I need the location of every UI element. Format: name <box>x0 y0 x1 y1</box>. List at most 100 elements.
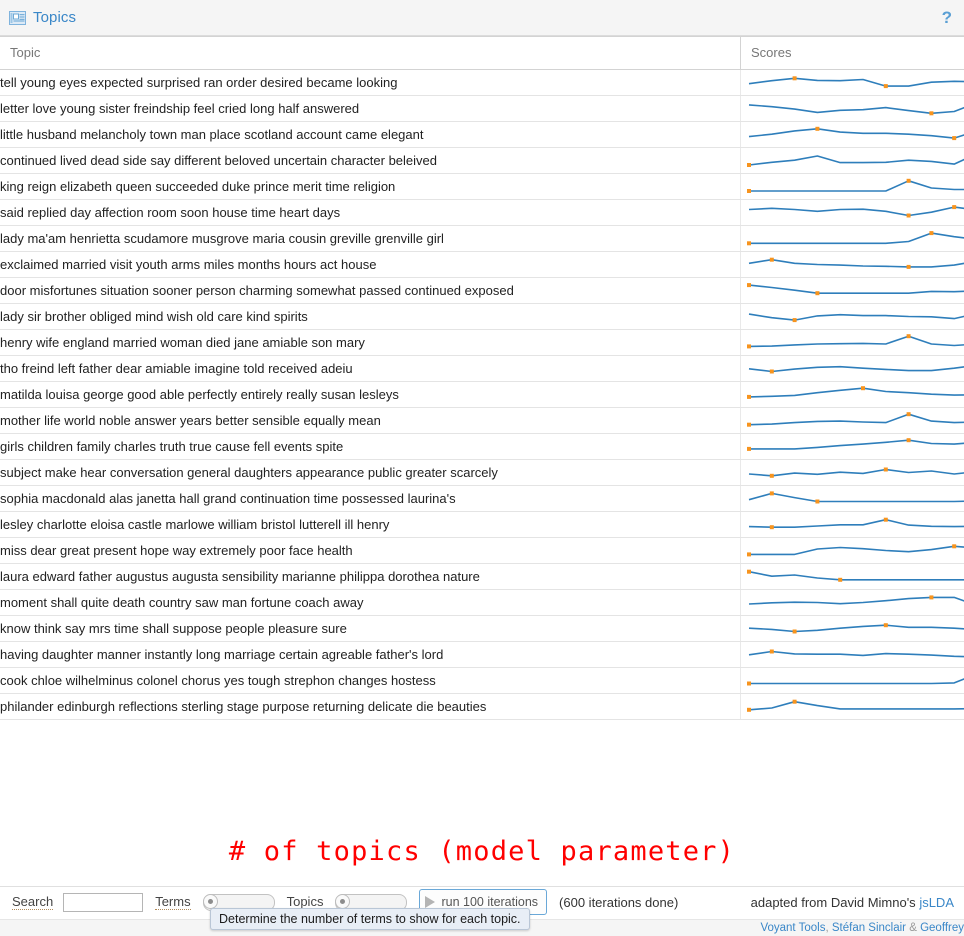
sparkline-chart <box>747 699 964 712</box>
topic-terms-cell[interactable]: philander edinburgh reflections sterling… <box>0 693 741 720</box>
voyant-tools-link[interactable]: Voyant Tools <box>760 922 825 934</box>
terms-slider-handle[interactable] <box>202 893 218 909</box>
topic-sparkline-cell[interactable] <box>740 355 964 382</box>
topic-sparkline-cell[interactable] <box>740 199 964 226</box>
topic-terms-cell[interactable]: henry wife england married woman died ja… <box>0 329 741 356</box>
table-row[interactable]: little husband melancholy town man place… <box>0 121 964 148</box>
jslda-link[interactable]: jsLDA <box>919 895 954 910</box>
search-input[interactable] <box>63 892 144 912</box>
topic-terms-cell[interactable]: said replied day affection room soon hou… <box>0 199 741 226</box>
topic-terms-cell[interactable]: know think say mrs time shall suppose pe… <box>0 615 741 642</box>
table-row[interactable]: having daughter manner instantly long ma… <box>0 641 964 668</box>
topic-terms-cell[interactable]: door misfortunes situation sooner person… <box>0 277 741 304</box>
topic-sparkline-cell[interactable] <box>740 459 964 486</box>
table-row[interactable]: lady sir brother obliged mind wish old c… <box>0 303 964 330</box>
topic-sparkline-cell[interactable] <box>740 147 964 174</box>
table-row[interactable]: girls children family charles truth true… <box>0 433 964 460</box>
sparkline-path <box>748 492 964 503</box>
footer-separator: , <box>825 922 829 934</box>
terms-label[interactable]: Terms <box>155 894 191 910</box>
topics-slider-handle[interactable] <box>335 893 351 909</box>
table-row[interactable]: tho freind left father dear amiable imag… <box>0 355 964 382</box>
table-row[interactable]: lady ma'am henrietta scudamore musgrove … <box>0 225 964 252</box>
topic-terms-cell[interactable]: continued lived dead side say different … <box>0 147 741 174</box>
table-row[interactable]: moment shall quite death country saw man… <box>0 589 964 616</box>
table-row[interactable]: said replied day affection room soon hou… <box>0 199 964 226</box>
table-row[interactable]: know think say mrs time shall suppose pe… <box>0 615 964 642</box>
table-row[interactable]: tell young eyes expected surprised ran o… <box>0 69 964 96</box>
topic-terms-cell[interactable]: little husband melancholy town man place… <box>0 121 741 148</box>
table-row[interactable]: philander edinburgh reflections sterling… <box>0 693 964 720</box>
topic-terms-cell[interactable]: mother life world noble answer years bet… <box>0 407 741 434</box>
topic-terms-cell[interactable]: cook chloe wilhelminus colonel chorus ye… <box>0 667 741 694</box>
help-icon[interactable]: ? <box>938 9 956 26</box>
topic-sparkline-cell[interactable] <box>740 225 964 252</box>
table-row[interactable]: exclaimed married visit youth arms miles… <box>0 251 964 278</box>
topic-sparkline-cell[interactable] <box>740 277 964 304</box>
table-row[interactable]: henry wife england married woman died ja… <box>0 329 964 356</box>
topic-terms-cell[interactable]: lesley charlotte eloisa castle marlowe w… <box>0 511 741 538</box>
topic-sparkline-cell[interactable] <box>740 121 964 148</box>
table-row[interactable]: continued lived dead side say different … <box>0 147 964 174</box>
table-row[interactable]: door misfortunes situation sooner person… <box>0 277 964 304</box>
topic-terms-cell[interactable]: laura edward father augustus augusta sen… <box>0 563 741 590</box>
topic-terms-cell[interactable]: matilda louisa george good able perfectl… <box>0 381 741 408</box>
topic-sparkline-cell[interactable] <box>740 407 964 434</box>
topic-terms-cell[interactable]: subject make hear conversation general d… <box>0 459 741 486</box>
topic-terms-cell[interactable]: miss dear great present hope way extreme… <box>0 537 741 564</box>
table-row[interactable]: sophia macdonald alas janetta hall grand… <box>0 485 964 512</box>
column-header-scores[interactable]: Scores <box>740 36 964 70</box>
topic-sparkline-cell[interactable] <box>740 329 964 356</box>
topic-terms-cell[interactable]: lady sir brother obliged mind wish old c… <box>0 303 741 330</box>
sparkline-chart <box>747 438 964 451</box>
topic-terms-cell[interactable]: having daughter manner instantly long ma… <box>0 641 741 668</box>
sparkline-path <box>748 206 964 217</box>
column-header-topic[interactable]: Topic <box>0 36 741 70</box>
table-row[interactable]: cook chloe wilhelminus colonel chorus ye… <box>0 667 964 694</box>
topic-terms-cell[interactable]: tho freind left father dear amiable imag… <box>0 355 741 382</box>
topic-terms-cell[interactable]: moment shall quite death country saw man… <box>0 589 741 616</box>
table-row[interactable]: lesley charlotte eloisa castle marlowe w… <box>0 511 964 538</box>
table-row[interactable]: subject make hear conversation general d… <box>0 459 964 486</box>
topic-sparkline-cell[interactable] <box>740 95 964 122</box>
topic-sparkline-cell[interactable] <box>740 485 964 512</box>
sparkline-chart <box>747 334 964 349</box>
sparkline-marker <box>838 577 843 582</box>
topic-terms-cell[interactable]: letter love young sister freindship feel… <box>0 95 741 122</box>
topic-sparkline-cell[interactable] <box>740 303 964 330</box>
topic-sparkline-cell[interactable] <box>740 173 964 200</box>
sparkline-marker <box>815 126 820 131</box>
topic-sparkline-cell[interactable] <box>740 667 964 694</box>
topic-terms-cell[interactable]: lady ma'am henrietta scudamore musgrove … <box>0 225 741 252</box>
topic-sparkline-cell[interactable] <box>740 69 964 96</box>
topic-sparkline-cell[interactable] <box>740 537 964 564</box>
topic-sparkline-cell[interactable] <box>740 589 964 616</box>
topic-sparkline-cell[interactable] <box>740 381 964 408</box>
table-row[interactable]: miss dear great present hope way extreme… <box>0 537 964 564</box>
topic-sparkline-cell[interactable] <box>740 251 964 278</box>
sparkline-path <box>748 284 964 294</box>
sparkline-marker <box>792 76 797 81</box>
stefan-sinclair-link[interactable]: Stéfan Sinclair <box>832 922 906 934</box>
search-label[interactable]: Search <box>12 894 54 910</box>
topic-sparkline-cell[interactable] <box>740 563 964 590</box>
topic-sparkline-cell[interactable] <box>740 641 964 668</box>
table-row[interactable]: letter love young sister freindship feel… <box>0 95 964 122</box>
topic-sparkline-cell[interactable] <box>740 693 964 720</box>
topic-sparkline-cell[interactable] <box>740 433 964 460</box>
topic-sparkline-cell[interactable] <box>740 511 964 538</box>
topic-terms-cell[interactable]: tell young eyes expected surprised ran o… <box>0 69 741 96</box>
topic-terms-cell[interactable]: sophia macdonald alas janetta hall grand… <box>0 485 741 512</box>
topic-terms-cell[interactable]: girls children family charles truth true… <box>0 433 741 460</box>
topic-sparkline-cell[interactable] <box>740 615 964 642</box>
sparkline-marker <box>815 291 820 296</box>
table-row[interactable]: matilda louisa george good able perfectl… <box>0 381 964 408</box>
table-row[interactable]: laura edward father augustus augusta sen… <box>0 563 964 590</box>
sparkline-marker <box>769 525 774 530</box>
geoffrey-rockwell-link[interactable]: Geoffrey <box>920 922 964 934</box>
sparkline-path <box>748 468 964 477</box>
topic-terms-cell[interactable]: exclaimed married visit youth arms miles… <box>0 251 741 278</box>
table-row[interactable]: king reign elizabeth queen succeeded duk… <box>0 173 964 200</box>
topic-terms-cell[interactable]: king reign elizabeth queen succeeded duk… <box>0 173 741 200</box>
table-row[interactable]: mother life world noble answer years bet… <box>0 407 964 434</box>
